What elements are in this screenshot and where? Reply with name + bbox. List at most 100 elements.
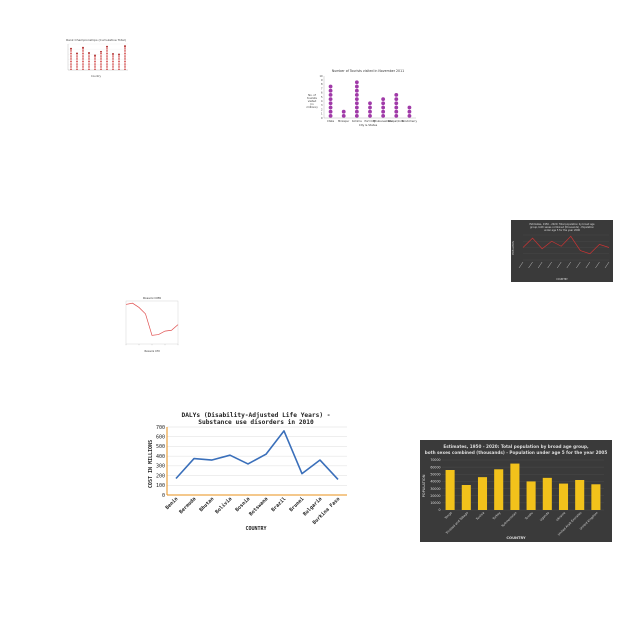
- data-point: [407, 105, 412, 110]
- chart-tile-rank-championships: Rank Championships (Cumulative Total) Co…: [60, 36, 132, 78]
- series-line: [175, 430, 339, 481]
- data-point: [381, 114, 386, 118]
- y-tick-label: 0: [438, 508, 440, 512]
- plot-frame: [125, 300, 179, 345]
- x-tick-label: Uganda: [539, 511, 550, 522]
- bar: [575, 480, 585, 510]
- x-tick-label: [537, 261, 543, 269]
- data-point: [328, 109, 333, 114]
- bar: [542, 477, 552, 510]
- data-point: [328, 97, 333, 101]
- data-point: [328, 88, 333, 93]
- x-tick-label: [518, 261, 524, 269]
- data-point: [394, 105, 399, 110]
- x-tick-label: [595, 261, 600, 269]
- x-axis-label: COUNTRY: [556, 278, 568, 281]
- x-tick-label: Ukraine: [555, 511, 566, 522]
- x-tick-label: Benin: [165, 496, 180, 511]
- data-point: [368, 114, 372, 118]
- y-tick-label: 300: [156, 464, 165, 470]
- data-point: [328, 84, 333, 89]
- data-point: [354, 84, 359, 89]
- series-line: [522, 235, 610, 255]
- bar: [591, 484, 601, 510]
- chart-title: DALYs (Disability-Adjusted Life Years) -: [181, 411, 330, 419]
- x-tick-label: Ctata: [327, 119, 334, 123]
- data-point: [328, 101, 333, 106]
- x-tick-label: Turkey: [491, 511, 502, 522]
- y-tick-label: 50000: [430, 472, 440, 476]
- x-tick-label: Turkmenistan: [500, 511, 518, 529]
- chart-dalys: DALYs (Disability-Adjusted Life Years) -…: [148, 411, 347, 532]
- bar: [445, 470, 455, 510]
- y-tick-label: 6: [321, 92, 323, 95]
- data-point: [368, 105, 372, 110]
- bar-top-point: [82, 46, 84, 49]
- x-tick-label: Bhutan: [198, 496, 215, 513]
- x-tick-label: [547, 261, 552, 269]
- x-tick-label: [604, 261, 610, 269]
- data-point: [368, 101, 372, 106]
- y-tick-label: 8: [321, 83, 323, 86]
- chart-title: Estimates, 1950 - 2020: Total population…: [443, 444, 589, 449]
- y-tick-label: 30000: [430, 487, 440, 491]
- bar-top-point: [106, 45, 108, 48]
- x-tick-label: [528, 261, 533, 269]
- y-tick-label: 20000: [430, 494, 440, 498]
- bar-top-point: [70, 47, 72, 50]
- data-point: [354, 101, 359, 106]
- y-tick-label: 40000: [430, 480, 440, 484]
- bar: [510, 463, 520, 510]
- x-tick-label: Mirzapur: [338, 119, 350, 123]
- data-point: [407, 114, 412, 118]
- x-tick-label: Botswana: [248, 496, 269, 517]
- data-point: [394, 97, 399, 101]
- data-point: [381, 109, 386, 114]
- y-tick-label: 500: [156, 444, 165, 450]
- data-point: [407, 109, 412, 114]
- chart-rossini: Rossini CM6 Rossini CM: [125, 296, 179, 353]
- y-tick-label: 700: [156, 425, 165, 431]
- data-point: [354, 105, 359, 110]
- y-tick-label: 3: [321, 104, 323, 107]
- data-point: [354, 109, 359, 114]
- chart-title: Number of Tourists visited in November 2…: [332, 69, 404, 73]
- bar: [558, 483, 569, 510]
- bar: [461, 485, 471, 510]
- x-tick-label: Bosnia: [234, 496, 251, 513]
- data-point: [354, 80, 359, 85]
- chart-title-line-2: Substance use disorders in 2010: [198, 418, 314, 426]
- y-axis-label: No. of tourists visited (in millions): [306, 93, 317, 109]
- data-point: [368, 109, 372, 114]
- bar-top-point: [112, 52, 114, 55]
- data-point: [354, 88, 359, 93]
- data-point: [394, 109, 399, 114]
- x-axis-label: COUNTRY: [245, 526, 266, 532]
- x-tick-label: [566, 261, 571, 269]
- bar-top-point: [124, 45, 126, 47]
- chart-tile-dalys: DALYs (Disability-Adjusted Life Years) -…: [140, 408, 356, 536]
- chart-tile-population-2000: Estimates, 1950 - 2020: Total population…: [511, 220, 613, 282]
- series-line: [125, 302, 179, 336]
- bar: [477, 477, 488, 510]
- y-tick-label: 0: [321, 117, 323, 120]
- y-tick-label: 400: [156, 454, 165, 460]
- data-point: [354, 93, 359, 97]
- chart-population-2000: Estimates, 1950 - 2020: Total population…: [512, 223, 610, 281]
- chart-population-2005: Estimates, 1950 - 2020: Total population…: [422, 444, 607, 540]
- x-tick-label: Tunisia: [474, 511, 485, 522]
- y-axis-label: COST IN MILLIONS: [148, 440, 154, 488]
- bar-top-point: [118, 53, 120, 56]
- data-point: [354, 97, 359, 101]
- data-point: [328, 93, 333, 97]
- x-axis-label: Country: [91, 74, 101, 78]
- y-tick-label: 5: [321, 96, 323, 99]
- x-tick-label: Brunei: [288, 496, 305, 513]
- data-point: [328, 114, 333, 118]
- chart-tile-rossini: Rossini CM6 Rossini CM: [116, 294, 182, 354]
- y-axis-label: POPULATION: [422, 474, 426, 497]
- y-tick-label: 7: [321, 87, 323, 90]
- bar: [494, 469, 504, 510]
- y-tick-label: 600: [156, 435, 165, 441]
- bar: [526, 481, 536, 510]
